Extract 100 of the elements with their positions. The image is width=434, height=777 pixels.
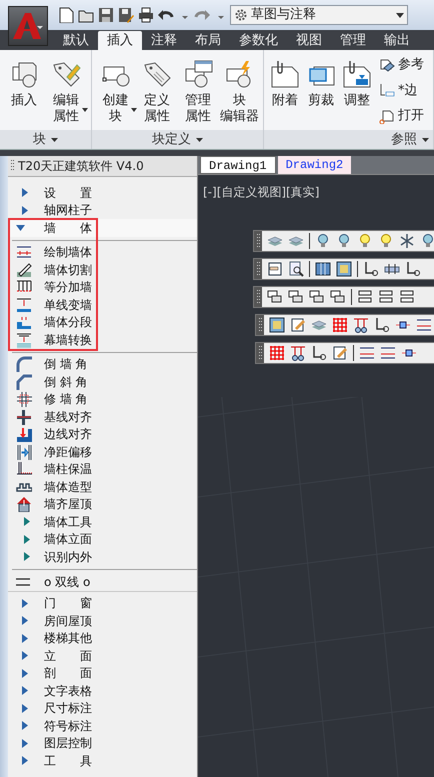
submenu-item[interactable]: 墙体工具: [44, 512, 92, 531]
panel-title-button[interactable]: 块: [0, 130, 91, 149]
category-item[interactable]: 门 窗: [44, 594, 92, 612]
tool-item[interactable]: 绘制墙体: [44, 243, 92, 262]
bar-icon[interactable]: [384, 261, 400, 277]
tool-item[interactable]: 基线对齐: [44, 408, 92, 426]
aligned-rows-icon[interactable]: [399, 289, 415, 305]
framed-box-icon[interactable]: [336, 261, 352, 277]
caret-right-icon[interactable]: [22, 206, 28, 215]
grip-icon[interactable]: [11, 160, 14, 172]
new-file-icon[interactable]: [58, 7, 74, 23]
tool-item[interactable]: 倒 斜 角: [44, 372, 88, 391]
tool-item[interactable]: 墙柱保温: [44, 460, 92, 478]
ribbon-tab[interactable]: 管理: [331, 31, 375, 50]
tool-item[interactable]: 等分加墙: [44, 278, 92, 296]
app-menu-button[interactable]: [8, 6, 48, 46]
category-item[interactable]: 轴网柱子: [44, 201, 92, 220]
wall-line-icon[interactable]: [380, 345, 396, 361]
tool-item[interactable]: 墙体分段: [44, 313, 92, 332]
connector-icon[interactable]: [311, 345, 327, 361]
connector-icon[interactable]: [363, 261, 379, 277]
ribbon-tab[interactable]: 视图: [287, 31, 331, 50]
submenu-item[interactable]: 识别内外: [44, 548, 92, 566]
ribbon-button[interactable]: 管理 属性: [178, 55, 218, 130]
category-item[interactable]: 图层控制: [44, 734, 92, 752]
category-item[interactable]: 设 置: [44, 184, 92, 202]
grid-icon[interactable]: [269, 345, 285, 361]
caret-right-icon[interactable]: [22, 651, 28, 660]
ribbon-button[interactable]: 编辑 属性: [46, 55, 86, 130]
bulb-icon[interactable]: [420, 233, 434, 249]
ribbon-button[interactable]: 插入: [4, 55, 44, 130]
ribbon-tab[interactable]: 插入: [98, 31, 142, 50]
axis-circles-icon[interactable]: [353, 317, 369, 333]
bulb-icon[interactable]: [315, 233, 331, 249]
panel-title-button[interactable]: 块定义: [92, 130, 263, 149]
edit-page-icon[interactable]: [290, 317, 306, 333]
workspace-dropdown[interactable]: 草图与注释: [230, 5, 408, 25]
caret-right-icon[interactable]: [22, 598, 28, 608]
ribbon-button[interactable]: 剪裁: [304, 55, 338, 130]
category-item[interactable]: 剖 面: [44, 664, 92, 682]
ribbon-small-button[interactable]: 参考: [379, 55, 424, 74]
framed-box-icon[interactable]: [269, 317, 285, 333]
ribbon-tab[interactable]: 布局: [186, 31, 230, 50]
ribbon-tab[interactable]: 输出: [375, 31, 419, 50]
bulb-icon[interactable]: [378, 233, 394, 249]
ribbon-button[interactable]: 创建 块: [96, 55, 136, 130]
category-item[interactable]: 文字表格: [44, 682, 92, 700]
grip-icon[interactable]: [258, 318, 262, 332]
printer-icon[interactable]: [138, 7, 154, 23]
tool-item[interactable]: 边线对齐: [44, 425, 92, 444]
caret-right-icon[interactable]: [22, 668, 28, 678]
edit-page-icon[interactable]: [332, 345, 348, 361]
tool-item[interactable]: 修 墙 角: [44, 390, 88, 408]
ribbon-button[interactable]: 附着: [268, 55, 302, 130]
ribbon-small-button[interactable]: 打开: [379, 106, 424, 126]
category-item[interactable]: 楼梯其他: [44, 629, 92, 648]
category-item[interactable]: 符号标注: [44, 716, 92, 735]
bulb-icon[interactable]: [357, 233, 373, 249]
stacked-boxes-icon[interactable]: [267, 289, 283, 305]
save-icon[interactable]: [98, 7, 114, 23]
drawing-tab[interactable]: Drawing1: [200, 156, 276, 174]
ribbon-button[interactable]: 定义 属性: [137, 55, 176, 130]
caret-right-icon[interactable]: [22, 634, 28, 643]
stacked-boxes-icon[interactable]: [288, 289, 304, 305]
aligned-rows-icon[interactable]: [378, 289, 394, 305]
magnifier-icon[interactable]: [288, 261, 304, 277]
aligned-rows-icon[interactable]: [357, 289, 373, 305]
caret-right-icon[interactable]: [22, 188, 28, 198]
caret-right-icon[interactable]: [22, 738, 28, 748]
grip-icon[interactable]: [256, 262, 260, 276]
ribbon-tab[interactable]: 注释: [142, 31, 186, 50]
ribbon-tab[interactable]: 参数化: [230, 31, 287, 50]
tool-item[interactable]: 墙体切割: [44, 260, 92, 279]
stacked-boxes-icon[interactable]: [309, 289, 325, 305]
axis-circles-icon[interactable]: [290, 345, 306, 361]
viewport-label[interactable]: [-][自定义视图][真实]: [203, 183, 320, 201]
ribbon-button[interactable]: 块 编辑器: [220, 55, 259, 130]
tool-item[interactable]: 净距偏移: [44, 442, 92, 461]
caret-right-icon[interactable]: [22, 704, 28, 713]
caret-right-icon[interactable]: [22, 721, 28, 730]
bulb-icon[interactable]: [336, 233, 352, 249]
category-item[interactable]: 尺寸标注: [44, 699, 92, 718]
tool-item[interactable]: 倒 墙 角: [44, 355, 88, 374]
category-item[interactable]: 工 具: [44, 752, 92, 770]
stacked-boxes-icon[interactable]: [330, 289, 346, 305]
category-item[interactable]: 房间屋顶: [44, 612, 92, 630]
save-as-icon[interactable]: [118, 7, 134, 23]
tool-item[interactable]: 墙齐屋顶: [44, 495, 92, 514]
tool-item[interactable]: 幕墙转换: [44, 330, 92, 349]
redo-icon[interactable]: [194, 7, 210, 23]
caret-right-icon[interactable]: [22, 686, 28, 696]
tool-item[interactable]: 单线变墙: [44, 296, 92, 314]
drawing-tab[interactable]: Drawing2: [278, 156, 352, 174]
category-item[interactable]: 立 面: [44, 646, 92, 665]
caret-right-icon[interactable]: [22, 756, 28, 766]
columns-icon[interactable]: [315, 261, 331, 277]
wall-line-icon[interactable]: [359, 345, 375, 361]
expanded-caret-icon[interactable]: [16, 224, 25, 231]
ribbon-tab[interactable]: 默认: [54, 31, 98, 50]
grip-icon[interactable]: [256, 290, 260, 304]
